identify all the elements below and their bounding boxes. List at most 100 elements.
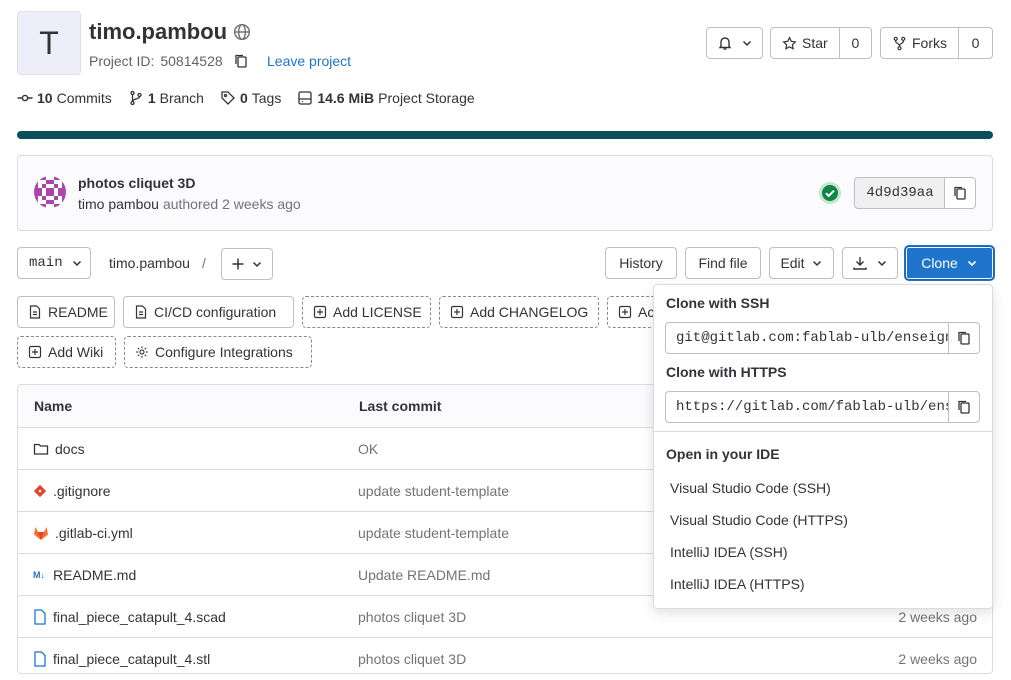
file-name[interactable]: README.md xyxy=(53,567,136,583)
plus-square-icon xyxy=(618,305,632,319)
branch-count: 1 xyxy=(147,90,156,106)
file-name[interactable]: final_piece_catapult_4.scad xyxy=(53,609,226,625)
star-label: Star xyxy=(802,35,828,51)
plus-square-icon xyxy=(450,305,464,319)
commit-date: 2 weeks ago xyxy=(898,651,977,667)
commit-title-link[interactable]: photos cliquet 3D xyxy=(78,175,195,191)
add-wiki-label: Add Wiki xyxy=(48,344,104,360)
chevron-down-icon xyxy=(876,257,888,269)
clone-https-url: https://gitlab.com/fablab-ulb/enseigneme… xyxy=(676,399,948,415)
copy-icon xyxy=(956,330,972,346)
project-id-value: 50814528 xyxy=(160,53,223,69)
file-name[interactable]: .gitlab-ci.yml xyxy=(55,525,133,541)
file-name[interactable]: final_piece_catapult_4.stl xyxy=(53,651,210,667)
edit-button[interactable]: Edit xyxy=(769,247,834,279)
clone-ssh-url-field[interactable]: git@gitlab.com:fablab-ulb/enseignements/… xyxy=(665,322,949,354)
commit-message[interactable]: photos cliquet 3D xyxy=(358,609,466,625)
branch-selector-label: main xyxy=(29,255,63,271)
download-button[interactable] xyxy=(842,247,898,279)
breadcrumb-separator: / xyxy=(201,255,206,271)
ide-item-vscode-https[interactable]: Visual Studio Code (HTTPS) xyxy=(670,512,848,528)
git-icon xyxy=(33,484,47,498)
clone-https-url-field[interactable]: https://gitlab.com/fablab-ulb/enseigneme… xyxy=(665,391,949,423)
pipeline-status-icon[interactable] xyxy=(818,181,842,205)
find-file-button[interactable]: Find file xyxy=(685,247,761,279)
project-id-label: Project ID: xyxy=(89,53,155,69)
storage-icon xyxy=(297,90,313,106)
add-contributing-label: Ac xyxy=(638,304,655,320)
commit-author-link[interactable]: timo pambou xyxy=(78,196,159,212)
cicd-config-link[interactable]: CI/CD configuration xyxy=(123,296,294,328)
project-avatar: T xyxy=(17,11,81,75)
add-wiki-button[interactable]: Add Wiki xyxy=(17,336,116,368)
tags-link[interactable]: 0 Tags xyxy=(220,90,281,106)
download-icon xyxy=(852,255,868,271)
forks-count[interactable]: 0 xyxy=(959,35,992,51)
breadcrumb-root[interactable]: timo.pambou xyxy=(109,255,190,271)
history-button[interactable]: History xyxy=(605,247,677,279)
add-to-tree-button[interactable] xyxy=(221,248,273,280)
branch-link[interactable]: 1 Branch xyxy=(128,90,204,106)
chevron-down-icon xyxy=(741,37,753,49)
ide-item-intellij-https[interactable]: IntelliJ IDEA (HTTPS) xyxy=(670,576,805,592)
add-changelog-label: Add CHANGELOG xyxy=(470,304,589,320)
chevron-down-icon xyxy=(811,257,823,269)
commit-message[interactable]: update student-template xyxy=(358,483,509,499)
chevron-down-icon xyxy=(71,257,83,269)
forks-button[interactable]: Forks 0 xyxy=(880,27,993,59)
find-file-label: Find file xyxy=(698,255,748,271)
edit-label: Edit xyxy=(780,255,805,271)
file-icon xyxy=(33,651,47,667)
commits-count: 10 xyxy=(37,90,53,106)
leave-project-link[interactable]: Leave project xyxy=(267,53,351,69)
readme-link[interactable]: README xyxy=(17,296,115,328)
commit-message[interactable]: photos cliquet 3D xyxy=(358,651,466,667)
clone-ssh-title: Clone with SSH xyxy=(666,295,770,311)
clone-https-title: Clone with HTTPS xyxy=(666,364,787,380)
commit-sha[interactable]: 4d9d39aa xyxy=(854,177,946,209)
column-header-last-commit: Last commit xyxy=(359,398,442,414)
file-name[interactable]: docs xyxy=(55,441,85,457)
cicd-config-label: CI/CD configuration xyxy=(154,304,277,320)
notifications-button[interactable] xyxy=(706,27,763,59)
storage-value: 14.6 MiB xyxy=(317,90,375,106)
bell-icon xyxy=(717,35,733,51)
storage-link[interactable]: 14.6 MiB Project Storage xyxy=(297,90,475,106)
ide-item-intellij-ssh[interactable]: IntelliJ IDEA (SSH) xyxy=(670,544,787,560)
clone-dropdown: Clone with SSH git@gitlab.com:fablab-ulb… xyxy=(653,284,993,609)
branch-label: Branch xyxy=(159,90,204,106)
commits-link[interactable]: 10 Commits xyxy=(17,90,112,106)
readme-label: README xyxy=(48,304,108,320)
chevron-down-icon xyxy=(251,258,263,270)
commit-message[interactable]: Update README.md xyxy=(358,567,490,583)
folder-icon xyxy=(33,441,49,457)
commit-message[interactable]: OK xyxy=(358,441,378,457)
add-license-button[interactable]: Add LICENSE xyxy=(302,296,431,328)
clone-button[interactable]: Clone xyxy=(905,246,994,280)
table-row[interactable]: final_piece_catapult_4.stl photos clique… xyxy=(17,637,993,679)
configure-integrations-label: Configure Integrations xyxy=(155,344,293,360)
branch-selector[interactable]: main xyxy=(17,247,91,279)
copy-id-icon[interactable] xyxy=(233,53,249,69)
copy-icon xyxy=(952,185,968,201)
commit-sha-text: 4d9d39aa xyxy=(866,185,934,201)
file-name[interactable]: .gitignore xyxy=(53,483,111,499)
commit-message[interactable]: update student-template xyxy=(358,525,509,541)
ide-item-vscode-ssh[interactable]: Visual Studio Code (SSH) xyxy=(670,480,831,496)
tag-icon xyxy=(220,90,236,106)
markdown-icon: M↓ xyxy=(33,570,45,580)
copy-https-url-button[interactable] xyxy=(948,391,980,423)
add-changelog-button[interactable]: Add CHANGELOG xyxy=(439,296,599,328)
star-count[interactable]: 0 xyxy=(840,35,871,51)
commit-icon xyxy=(17,90,33,106)
copy-sha-button[interactable] xyxy=(944,177,976,209)
avatar-letter: T xyxy=(39,24,59,61)
star-button[interactable]: Star 0 xyxy=(770,27,872,59)
plus-square-icon xyxy=(313,305,327,319)
commit-author-avatar[interactable] xyxy=(34,176,66,208)
fork-icon xyxy=(892,36,907,51)
doc-icon xyxy=(28,305,42,319)
configure-integrations-button[interactable]: Configure Integrations xyxy=(124,336,312,368)
branch-icon xyxy=(128,90,144,106)
copy-ssh-url-button[interactable] xyxy=(948,322,980,354)
